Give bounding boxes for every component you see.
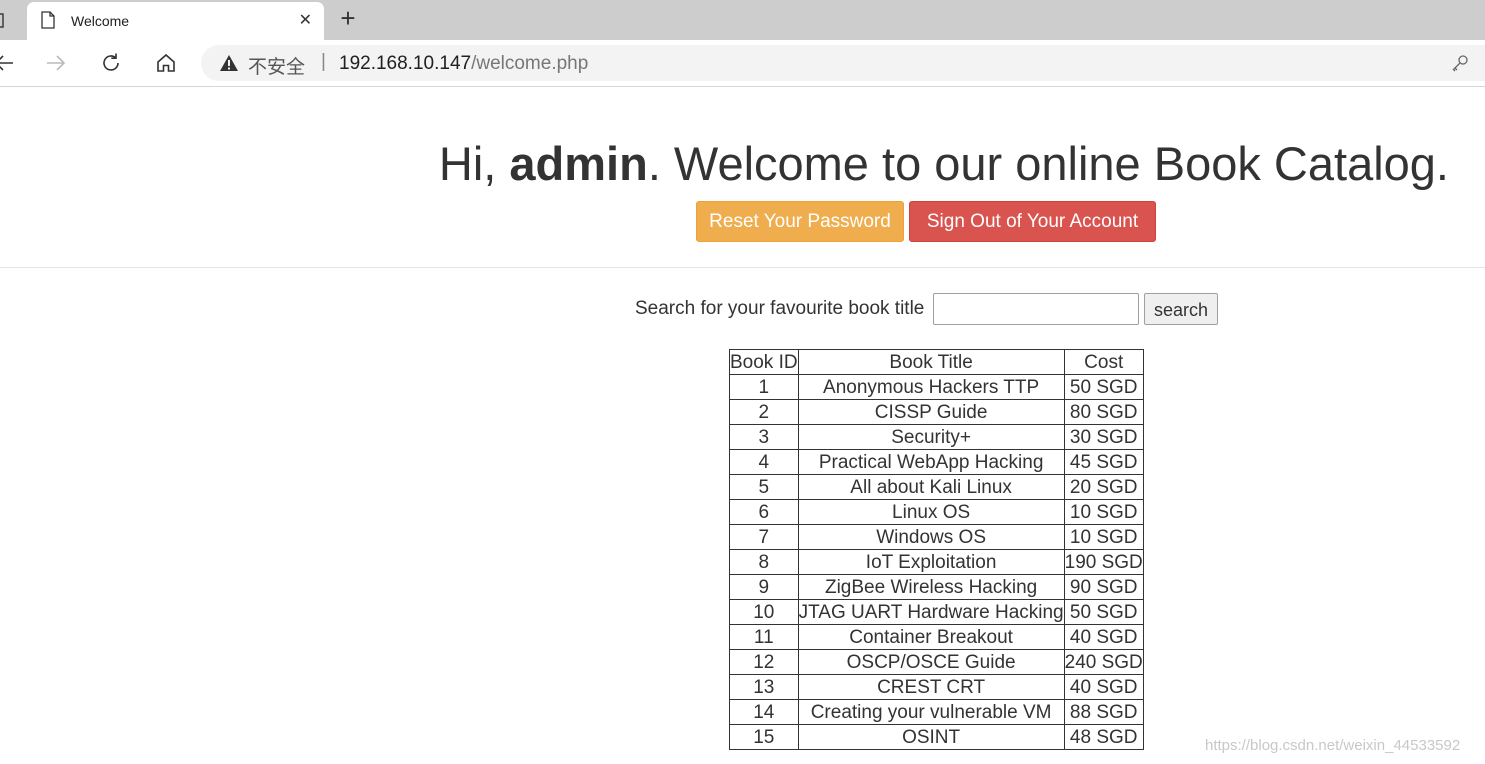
book-id-cell: 8 xyxy=(729,549,799,575)
cost-cell: 20 SGD xyxy=(1063,474,1144,500)
book-id-cell: 9 xyxy=(729,574,799,600)
page-title: Hi, admin. Welcome to our online Book Ca… xyxy=(0,136,1449,192)
url-path: /welcome.php xyxy=(471,53,589,74)
key-icon[interactable] xyxy=(1451,54,1469,77)
book-id-cell: 11 xyxy=(729,624,799,650)
book-id-cell: 14 xyxy=(729,699,799,725)
book-title-cell: CREST CRT xyxy=(797,674,1065,700)
table-row: 13 CREST CRT 40 SGD xyxy=(729,674,1144,700)
cost-cell: 50 SGD xyxy=(1063,599,1144,625)
cost-cell: 30 SGD xyxy=(1063,424,1144,450)
table-header-row: Book ID Book Title Cost xyxy=(729,349,1144,375)
column-header: Book ID xyxy=(729,349,799,375)
book-id-cell: 6 xyxy=(729,499,799,525)
cost-cell: 40 SGD xyxy=(1063,624,1144,650)
book-title-cell: OSCP/OSCE Guide xyxy=(797,649,1065,675)
cost-cell: 10 SGD xyxy=(1063,524,1144,550)
reload-icon[interactable] xyxy=(97,49,125,77)
book-id-cell: 15 xyxy=(729,724,799,750)
tab-welcome[interactable]: Welcome ✕ xyxy=(27,2,324,40)
cost-cell: 45 SGD xyxy=(1063,449,1144,475)
search-button[interactable]: search xyxy=(1144,293,1218,325)
book-title-cell: CISSP Guide xyxy=(797,399,1065,425)
table-row: 9 ZigBee Wireless Hacking 90 SGD xyxy=(729,574,1144,600)
url-host: 192.168.10.147 xyxy=(339,53,472,74)
column-header: Book Title xyxy=(797,349,1065,375)
table-row: 14 Creating your vulnerable VM 88 SGD xyxy=(729,699,1144,725)
book-title-cell: Creating your vulnerable VM xyxy=(797,699,1065,725)
book-id-cell: 1 xyxy=(729,374,799,400)
table-body: 1 Anonymous Hackers TTP 50 SGD 2 CISSP Guide… xyxy=(729,374,1144,750)
url-text[interactable]: 192.168.10.147/welcome.php xyxy=(339,53,588,75)
cost-cell: 50 SGD xyxy=(1063,374,1144,400)
back-arrow-icon[interactable] xyxy=(0,49,18,77)
book-id-cell: 3 xyxy=(729,424,799,450)
divider xyxy=(0,267,1485,268)
browser-toolbar: 不安全 | 192.168.10.147/welcome.php xyxy=(0,40,1485,87)
book-id-cell: 5 xyxy=(729,474,799,500)
close-icon[interactable]: ✕ xyxy=(299,10,312,30)
previous-tab-fragment[interactable] xyxy=(0,6,8,34)
book-title-cell: Container Breakout xyxy=(797,624,1065,650)
cost-cell: 240 SGD xyxy=(1063,649,1144,675)
book-id-cell: 7 xyxy=(729,524,799,550)
cost-cell: 88 SGD xyxy=(1063,699,1144,725)
book-title-cell: IoT Exploitation xyxy=(797,549,1065,575)
forward-arrow-icon[interactable] xyxy=(42,49,70,77)
table-row: 12 OSCP/OSCE Guide 240 SGD xyxy=(729,649,1144,675)
page-icon xyxy=(41,11,55,34)
cost-cell: 48 SGD xyxy=(1063,724,1144,750)
book-title-cell: ZigBee Wireless Hacking xyxy=(797,574,1065,600)
table-row: 5 All about Kali Linux 20 SGD xyxy=(729,474,1144,500)
book-title-cell: Linux OS xyxy=(797,499,1065,525)
book-title-cell: Windows OS xyxy=(797,524,1065,550)
table-row: 1 Anonymous Hackers TTP 50 SGD xyxy=(729,374,1144,400)
column-header: Cost xyxy=(1063,349,1144,375)
warning-icon[interactable] xyxy=(219,54,239,77)
table-row: 3 Security+ 30 SGD xyxy=(729,424,1144,450)
table-row: 7 Windows OS 10 SGD xyxy=(729,524,1144,550)
watermark: https://blog.csdn.net/weixin_44533592 xyxy=(1205,737,1461,754)
greeting-suffix: . Welcome to our online Book Catalog. xyxy=(647,137,1449,190)
table-row: 6 Linux OS 10 SGD xyxy=(729,499,1144,525)
home-icon[interactable] xyxy=(152,49,180,77)
book-title-cell: Practical WebApp Hacking xyxy=(797,449,1065,475)
book-id-cell: 2 xyxy=(729,399,799,425)
cost-cell: 40 SGD xyxy=(1063,674,1144,700)
greeting-prefix: Hi, xyxy=(438,137,510,190)
reset-password-button[interactable]: Reset Your Password xyxy=(696,201,904,242)
table-row: 10 JTAG UART Hardware Hacking 50 SGD xyxy=(729,599,1144,625)
book-id-cell: 10 xyxy=(729,599,799,625)
book-catalog-table: Book ID Book Title Cost 1 Anonymous Hacke… xyxy=(729,349,1144,750)
tab-title: Welcome xyxy=(71,13,130,29)
table-row: 8 IoT Exploitation 190 SGD xyxy=(729,549,1144,575)
book-title-cell: Security+ xyxy=(797,424,1065,450)
book-title-cell: All about Kali Linux xyxy=(797,474,1065,500)
security-label[interactable]: 不安全 xyxy=(248,52,305,79)
sign-out-button[interactable]: Sign Out of Your Account xyxy=(909,201,1156,242)
cost-cell: 90 SGD xyxy=(1063,574,1144,600)
username: admin xyxy=(509,137,648,190)
book-title-cell: OSINT xyxy=(797,724,1065,750)
cost-cell: 190 SGD xyxy=(1063,549,1144,575)
plus-icon[interactable]: + xyxy=(335,5,361,33)
cost-cell: 10 SGD xyxy=(1063,499,1144,525)
cost-cell: 80 SGD xyxy=(1063,399,1144,425)
book-title-cell: Anonymous Hackers TTP xyxy=(797,374,1065,400)
book-id-cell: 4 xyxy=(729,449,799,475)
search-input[interactable] xyxy=(933,293,1139,325)
book-title-cell: JTAG UART Hardware Hacking xyxy=(797,599,1065,625)
address-separator: | xyxy=(321,51,326,72)
table-row: 4 Practical WebApp Hacking 45 SGD xyxy=(729,449,1144,475)
table-row: 11 Container Breakout 40 SGD xyxy=(729,624,1144,650)
search-label: Search for your favourite book title xyxy=(635,298,925,319)
table-row: 2 CISSP Guide 80 SGD xyxy=(729,399,1144,425)
book-id-cell: 13 xyxy=(729,674,799,700)
table-row: 15 OSINT 48 SGD xyxy=(729,724,1144,750)
tab-strip: Welcome ✕ + xyxy=(0,0,1485,40)
address-bar[interactable]: 不安全 | 192.168.10.147/welcome.php xyxy=(201,45,1485,81)
book-id-cell: 12 xyxy=(729,649,799,675)
